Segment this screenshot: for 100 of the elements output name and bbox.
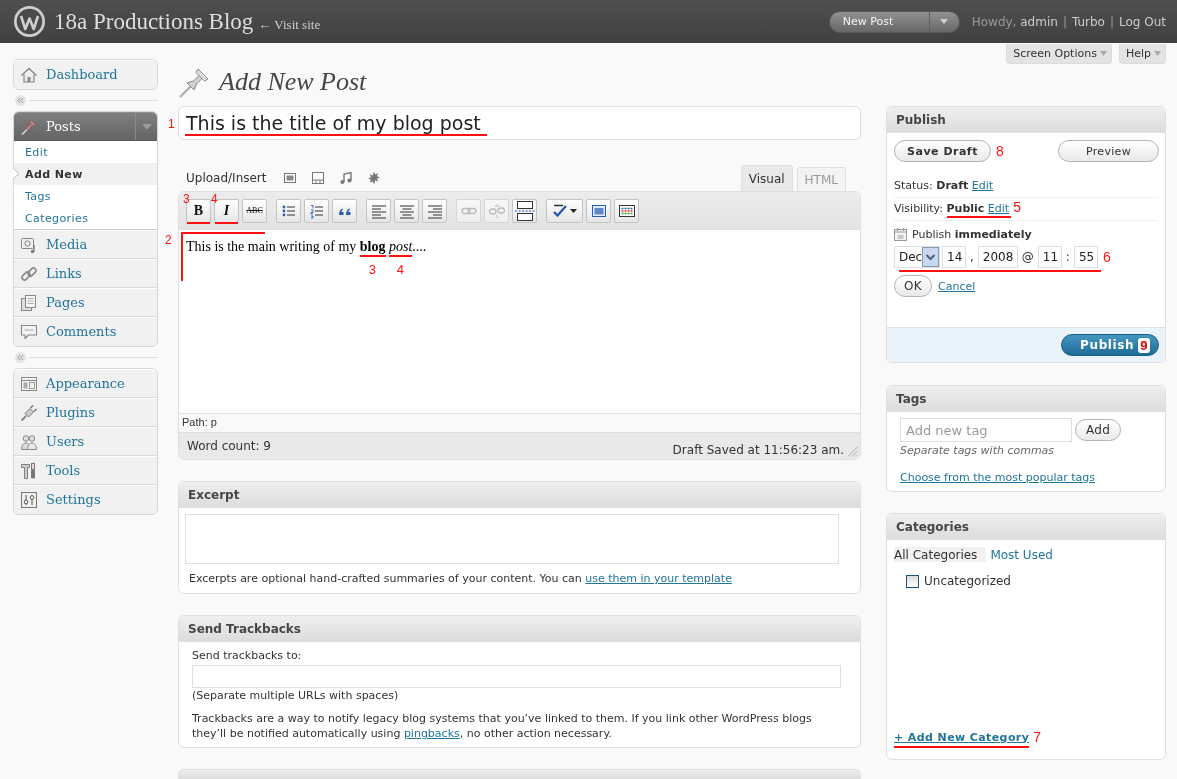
photo-icon: [20, 235, 38, 254]
align-right-button[interactable]: [422, 198, 447, 223]
trackback-input[interactable]: [192, 665, 841, 688]
annotation-underline: [187, 221, 210, 224]
visit-site-link[interactable]: ← Visit site: [258, 17, 321, 33]
caret-icon: [1099, 51, 1107, 56]
dots-grid-icon: [618, 202, 635, 219]
tag-input[interactable]: Add new tag: [900, 418, 1072, 442]
sliders-icon: [20, 490, 38, 509]
blockquote-button[interactable]: [332, 198, 357, 223]
window-icon: [590, 202, 607, 219]
publish-button[interactable]: Publish 9: [1061, 334, 1159, 356]
annotation-number: 9: [1138, 337, 1150, 353]
template-link[interactable]: use them in your template: [585, 572, 732, 585]
menu-item[interactable]: Media: [14, 230, 157, 259]
new-post-dropdown[interactable]: New Post: [828, 10, 960, 33]
annotation-underline: [359, 255, 386, 257]
popular-tags-link[interactable]: Choose from the most popular tags: [900, 471, 1095, 484]
cancel-link[interactable]: Cancel: [938, 279, 976, 293]
panel-header: Categories: [887, 514, 1165, 540]
menu-item[interactable]: Settings: [14, 485, 157, 514]
ok-button[interactable]: OK: [894, 275, 932, 297]
category-tab[interactable]: All Categories: [894, 547, 987, 562]
date-separator: :: [1065, 250, 1070, 264]
align-center-icon: [398, 202, 415, 219]
header-link[interactable]: Log Out: [1119, 14, 1166, 29]
starburst-icon: [366, 171, 381, 185]
trackbacks-note: Trackbacks are a way to notify legacy blog systems that you’ve linked to them. If you link other WordPress blogs they’ll be notified automatically using pingbacks, no other action necessary.: [192, 711, 813, 741]
spellcheck-icon: [552, 202, 568, 219]
annotation-underline: [389, 255, 413, 257]
submenu-item[interactable]: Add New: [14, 163, 157, 185]
menu-item[interactable]: Comments: [14, 317, 157, 346]
menu-item[interactable]: Users: [14, 427, 157, 456]
plug-icon: [20, 403, 38, 422]
music-note-icon: [338, 171, 353, 185]
edit-link[interactable]: Edit: [987, 202, 1010, 215]
upload-insert-label: Upload/Insert: [186, 171, 267, 185]
annotation-underline: [215, 221, 238, 224]
page-title: Add New Post: [219, 67, 367, 97]
date-input[interactable]: 11: [1037, 246, 1062, 268]
site-title[interactable]: 18a Productions Blog: [54, 7, 254, 36]
user-greeting: Howdy, admin | Turbo | Log Out: [971, 14, 1166, 29]
menu-item[interactable]: Appearance: [14, 369, 157, 398]
title-input[interactable]: This is the title of my blog post: [178, 106, 861, 140]
menu-item[interactable]: Pages: [14, 288, 157, 317]
add-tag-button[interactable]: Add: [1075, 419, 1121, 441]
more-buttons-button[interactable]: [614, 198, 639, 223]
editor-tab[interactable]: Visual: [740, 165, 793, 191]
edit-link[interactable]: Edit: [971, 179, 994, 192]
category-tab[interactable]: Most Used: [990, 547, 1062, 562]
screen-meta-tab[interactable]: Screen Options: [1006, 44, 1112, 64]
month-select[interactable]: Dec: [894, 246, 940, 268]
layout-icon: [20, 374, 38, 393]
annotation-number: 5: [1013, 199, 1021, 215]
panel-header: Publish: [887, 107, 1165, 133]
speech-bubble-icon: [20, 322, 38, 341]
preview-button[interactable]: Preview: [1058, 140, 1159, 162]
house-icon: [20, 65, 38, 84]
screen-meta-tab[interactable]: Help: [1118, 44, 1166, 64]
page-break-button[interactable]: [512, 198, 537, 223]
date-input[interactable]: 55: [1073, 246, 1098, 268]
publish-schedule: Publish immediately: [912, 227, 1032, 241]
header-link[interactable]: Turbo: [1071, 14, 1105, 29]
menu-item[interactable]: Dashboard: [14, 60, 157, 89]
add-category-link[interactable]: + Add New Category: [894, 730, 1030, 744]
align-right-icon: [426, 202, 443, 219]
menu-item[interactable]: Links: [14, 259, 157, 288]
fullscreen-button[interactable]: [586, 198, 611, 223]
menu-item[interactable]: Posts: [14, 112, 157, 141]
align-center-button[interactable]: [394, 198, 419, 223]
resize-grip-icon: [847, 446, 858, 457]
strikethrough-button[interactable]: ABC: [242, 198, 267, 223]
excerpt-field[interactable]: [185, 514, 839, 564]
header-link[interactable]: admin: [1020, 14, 1058, 29]
document-icon: [20, 293, 38, 312]
pingbacks-link[interactable]: pingbacks: [403, 727, 460, 740]
field-hint: (Separate multiple URLs with spaces): [192, 689, 400, 703]
bullet-list-button[interactable]: [276, 198, 301, 223]
date-input[interactable]: 2008: [977, 246, 1018, 268]
annotation-number: 7: [1033, 730, 1042, 744]
tags-hint: Separate tags with commas: [900, 444, 1056, 458]
broken-link-icon: [488, 202, 505, 219]
path-bar: Path: p: [179, 413, 860, 432]
image-icon: [282, 171, 297, 185]
spellcheck-button[interactable]: [546, 198, 583, 223]
caret-icon: [940, 19, 949, 24]
menu-item[interactable]: Plugins: [14, 398, 157, 427]
wrench-screwdriver-icon: [20, 461, 38, 480]
checkbox[interactable]: [906, 574, 919, 588]
caret-icon: [1154, 51, 1161, 56]
date-input[interactable]: 14: [942, 246, 966, 268]
numbered-list-button[interactable]: [304, 198, 329, 223]
post-visibility: Visibility: Public Edit 5: [894, 198, 1158, 221]
menu-item[interactable]: Tools: [14, 456, 157, 485]
align-left-button[interactable]: [366, 198, 391, 223]
people-icon: [20, 432, 38, 451]
field-label: Send trackbacks to:: [192, 649, 303, 663]
save-draft-button[interactable]: Save Draft: [894, 140, 991, 162]
annotation-underline: [946, 216, 1012, 218]
align-left-icon: [370, 202, 387, 219]
